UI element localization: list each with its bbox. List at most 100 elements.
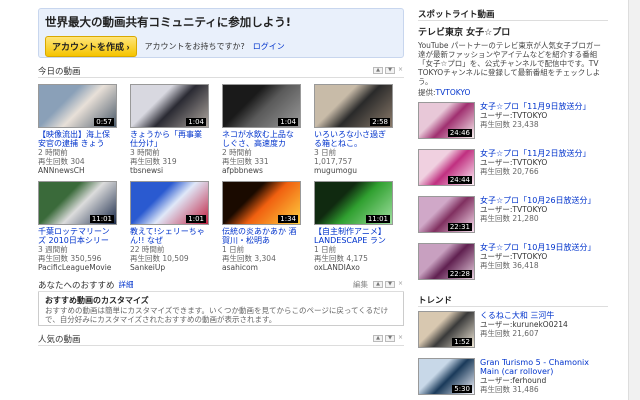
- video-views: 再生回数 319: [130, 157, 177, 166]
- video-views: 再生回数 4,175: [314, 254, 368, 263]
- scrollbar[interactable]: [628, 0, 640, 400]
- video-title[interactable]: ネコが水飲む上品なしぐさ、高速度カ: [222, 130, 301, 148]
- video-thumbnail[interactable]: 11:01: [38, 181, 117, 225]
- video-views: 再生回数 20,766: [480, 167, 539, 176]
- recommend-section-header: あなたへのおすすめ 詳細 編集 ▲ ▼ ×: [38, 278, 404, 292]
- video-card[interactable]: 11:01 【自主制作アニメ】LANDESCAPE ラン 1 日前 再生回数 4,17…: [314, 181, 393, 272]
- video-title[interactable]: 女子☆プロ「11月9日放送分」: [480, 102, 608, 111]
- close-icon[interactable]: ×: [397, 281, 404, 288]
- list-item[interactable]: 5:30 Gran Turismo 5 - Chamonix Main (car …: [418, 358, 608, 400]
- provider-link[interactable]: TVTOKYO: [436, 88, 471, 97]
- duration-badge: 1:52: [452, 338, 472, 346]
- video-user[interactable]: asahicom: [222, 263, 301, 272]
- spotlight-title[interactable]: テレビ東京 女子☆プロ: [418, 25, 608, 38]
- video-title[interactable]: 伝統の炎あかあか 酒賀川・松明あ: [222, 227, 301, 245]
- video-user[interactable]: TVTOKYO: [512, 158, 547, 167]
- video-thumbnail[interactable]: 24:44: [418, 149, 475, 186]
- item-info: 女子☆プロ「10月19日放送分」 ユーザー:TVTOKYO 再生回数 36,418: [480, 243, 608, 270]
- video-title[interactable]: 教えて!シェリーちゃん!! なぜ: [130, 227, 209, 245]
- video-views: 再生回数 304: [38, 157, 85, 166]
- video-card[interactable]: 1:01 教えて!シェリーちゃん!! なぜ 22 時間前 再生回数 10,509 San…: [130, 181, 209, 272]
- video-user[interactable]: tbsnewsi: [130, 166, 209, 175]
- video-title[interactable]: 女子☆プロ「10月19日放送分」: [480, 243, 608, 252]
- video-thumbnail[interactable]: 0:57: [38, 84, 117, 128]
- video-thumbnail[interactable]: 1:01: [130, 181, 209, 225]
- video-views: 再生回数 21,280: [480, 214, 539, 223]
- video-views: 再生回数 21,607: [480, 329, 539, 338]
- video-user[interactable]: afpbbnews: [222, 166, 301, 175]
- popular-title: 人気の動画: [38, 334, 81, 345]
- duration-badge: 2:58: [370, 118, 390, 126]
- video-card[interactable]: 1:34 伝統の炎あかあか 酒賀川・松明あ 1 日前 再生回数 3,304 asahic…: [222, 181, 301, 272]
- video-views: 再生回数 36,418: [480, 261, 539, 270]
- recommend-detail-link[interactable]: 詳細: [119, 279, 134, 290]
- close-icon[interactable]: ×: [397, 335, 404, 342]
- video-user[interactable]: mugumogu: [314, 166, 393, 175]
- video-title[interactable]: 女子☆プロ「11月2日放送分」: [480, 149, 608, 158]
- video-thumbnail[interactable]: 22:28: [418, 243, 475, 280]
- video-thumbnail[interactable]: 2:58: [314, 84, 393, 128]
- video-user[interactable]: kurunekO0214: [512, 320, 567, 329]
- spotlight-header: スポットライト動画: [418, 8, 608, 21]
- move-up-icon[interactable]: ▲: [373, 335, 383, 342]
- video-user-line: ユーザー:TVTOKYO: [480, 158, 608, 167]
- spotlight-list: 24:46 女子☆プロ「11月9日放送分」 ユーザー:TVTOKYO 再生回数 23,…: [418, 102, 608, 290]
- list-item[interactable]: 22:31 女子☆プロ「10月26日放送分」 ユーザー:TVTOKYO 再生回数 21…: [418, 196, 608, 243]
- login-link[interactable]: ログイン: [253, 41, 285, 52]
- video-title[interactable]: 女子☆プロ「10月26日放送分」: [480, 196, 608, 205]
- video-age: 3 時間前: [130, 148, 160, 157]
- video-thumbnail[interactable]: 1:04: [130, 84, 209, 128]
- video-user[interactable]: TVTOKYO: [512, 205, 547, 214]
- video-thumbnail[interactable]: 22:31: [418, 196, 475, 233]
- create-account-button[interactable]: アカウントを作成 ›: [45, 36, 137, 57]
- video-user-line: ユーザー:TVTOKYO: [480, 252, 608, 261]
- duration-badge: 24:46: [447, 129, 472, 137]
- video-thumbnail[interactable]: 24:46: [418, 102, 475, 139]
- move-down-icon[interactable]: ▼: [385, 281, 395, 288]
- video-title[interactable]: 千葉ロッテマリーンズ 2010日本シリー: [38, 227, 117, 245]
- video-views: 1,017,757: [314, 157, 353, 166]
- video-thumbnail[interactable]: 5:30: [418, 358, 475, 395]
- video-card[interactable]: 11:01 千葉ロッテマリーンズ 2010日本シリー 3 週間前 再生回数 350,5…: [38, 181, 117, 272]
- recommend-title: あなたへのおすすめ: [38, 280, 115, 291]
- duration-badge: 11:01: [365, 215, 390, 223]
- close-icon[interactable]: ×: [397, 67, 404, 74]
- video-title[interactable]: 【自主制作アニメ】LANDESCAPE ラン: [314, 227, 393, 245]
- video-title[interactable]: いろいろな小さ過ぎる箱とねこ。: [314, 130, 393, 148]
- video-card[interactable]: 2:58 いろいろな小さ過ぎる箱とねこ。 3 日前 1,017,757 mugumogu: [314, 84, 393, 175]
- move-up-icon[interactable]: ▲: [373, 67, 383, 74]
- video-card[interactable]: 1:04 きょうから「再事業仕分け」 3 時間前 再生回数 319 tbsnewsi: [130, 84, 209, 175]
- video-title[interactable]: Gran Turismo 5 - Chamonix Main (car roll…: [480, 358, 608, 376]
- video-user[interactable]: ferhound: [512, 376, 546, 385]
- move-down-icon[interactable]: ▼: [385, 67, 395, 74]
- video-title[interactable]: きょうから「再事業仕分け」: [130, 130, 209, 148]
- edit-link[interactable]: 編集: [353, 279, 368, 290]
- video-card[interactable]: 1:04 ネコが水飲む上品なしぐさ、高速度カ 2 時間前 再生回数 331 afpbbn…: [222, 84, 301, 175]
- list-item[interactable]: 24:46 女子☆プロ「11月9日放送分」 ユーザー:TVTOKYO 再生回数 23,…: [418, 102, 608, 149]
- video-card[interactable]: 0:57 【映像流出】海上保安官の逮捕 きょう 2 時間前 再生回数 304 ANNne…: [38, 84, 117, 175]
- trend-header: トレンド: [418, 294, 608, 307]
- video-user[interactable]: PacificLeagueMovie: [38, 263, 117, 272]
- video-views: 再生回数 3,304: [222, 254, 276, 263]
- video-thumbnail[interactable]: 1:52: [418, 311, 475, 348]
- video-views: 再生回数 10,509: [130, 254, 189, 263]
- move-up-icon[interactable]: ▲: [373, 281, 383, 288]
- today-video-grid: 0:57 【映像流出】海上保安官の逮捕 きょう 2 時間前 再生回数 304 ANNne…: [38, 84, 404, 272]
- list-item[interactable]: 24:44 女子☆プロ「11月2日放送分」 ユーザー:TVTOKYO 再生回数 20,…: [418, 149, 608, 196]
- item-info: 女子☆プロ「11月9日放送分」 ユーザー:TVTOKYO 再生回数 23,438: [480, 102, 608, 129]
- video-title[interactable]: くるねこ大和 三河牛: [480, 311, 608, 320]
- recommend-box-text: で、自分好みにカスタマイズされたおすすめの動画が表示されます。: [45, 315, 277, 324]
- video-user[interactable]: TVTOKYO: [512, 111, 547, 120]
- video-user[interactable]: oxLANDIAxo: [314, 263, 393, 272]
- video-user[interactable]: ANNnewsCH: [38, 166, 117, 175]
- video-user[interactable]: TVTOKYO: [512, 252, 547, 261]
- move-down-icon[interactable]: ▼: [385, 335, 395, 342]
- list-item[interactable]: 1:52 くるねこ大和 三河牛 ユーザー:kurunekO0214 再生回数 21,6…: [418, 311, 608, 358]
- video-thumbnail[interactable]: 11:01: [314, 181, 393, 225]
- list-item[interactable]: 22:28 女子☆プロ「10月19日放送分」 ユーザー:TVTOKYO 再生回数 36…: [418, 243, 608, 290]
- video-title[interactable]: 【映像流出】海上保安官の逮捕 きょう: [38, 130, 117, 148]
- video-thumbnail[interactable]: 1:34: [222, 181, 301, 225]
- video-thumbnail[interactable]: 1:04: [222, 84, 301, 128]
- video-user-line: ユーザー:kurunekO0214: [480, 320, 608, 329]
- video-user[interactable]: SankeiUp: [130, 263, 209, 272]
